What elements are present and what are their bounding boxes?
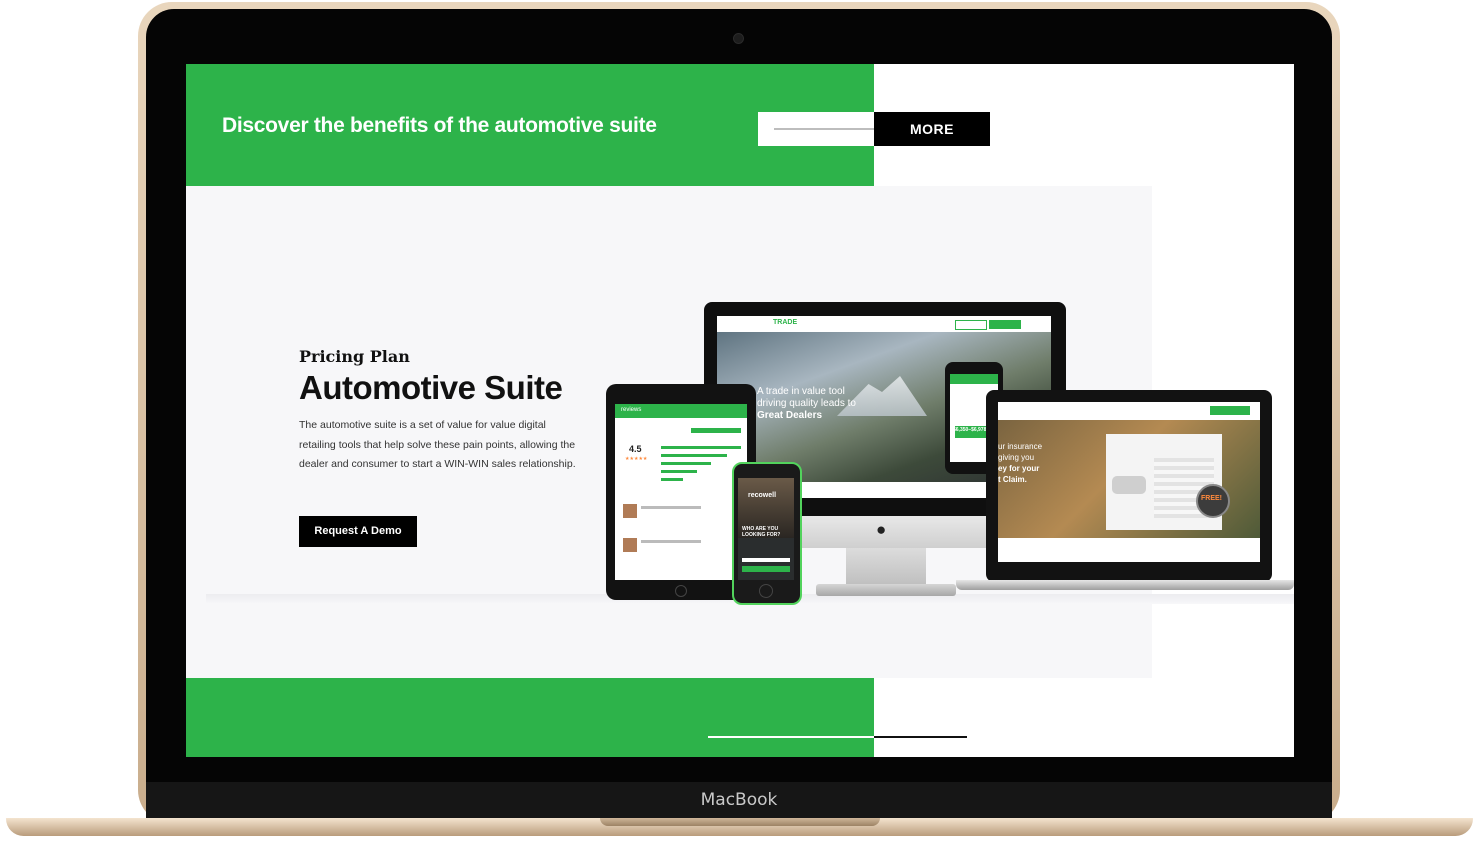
camera-icon [733, 33, 744, 44]
apple-logo-icon: ● [876, 520, 887, 539]
laptop-text-2: giving you [998, 453, 1035, 462]
imac-headline-1: A trade in value tool [757, 386, 845, 397]
imac-price: $6,350–$6,978 [953, 427, 987, 433]
bottom-banner [186, 678, 874, 757]
more-button-line [774, 128, 874, 130]
laptop-text-4: t Claim. [998, 475, 1027, 484]
hero-title: Automotive Suite [299, 369, 563, 406]
imac-brand: TRADE [773, 319, 798, 326]
macbook-notch [600, 818, 880, 826]
tablet-rating: 4.5 [629, 444, 642, 454]
hero-description: The automotive suite is a set of value f… [299, 419, 576, 470]
more-button[interactable]: MORE [874, 112, 990, 146]
screen: Discover the benefits of the automotive … [186, 64, 1294, 757]
imac-stand [846, 548, 926, 588]
macbook-label: MacBook [700, 790, 778, 810]
phone-screen: recowell WHO ARE YOU LOOKING FOR? [738, 478, 794, 580]
imac-headline-3: Great Dealers [757, 410, 823, 421]
tablet-brand: reviews [621, 407, 642, 413]
phone-tagline: WHO ARE YOU LOOKING FOR? [742, 526, 781, 538]
phone-brand: recowell [748, 492, 777, 499]
laptop-text-3: ey for your [998, 464, 1040, 473]
imac-headline-2: driving quality leads to [757, 398, 856, 409]
banner-title: Discover the benefits of the automotive … [222, 114, 657, 137]
laptop-screen: ur insurance giving you ey for your t Cl… [998, 402, 1260, 562]
laptop-base [956, 580, 1294, 590]
laptop-badge: FREE! [1201, 495, 1222, 502]
bottom-divider-line-dark [874, 736, 967, 738]
request-demo-button[interactable]: Request A Demo [299, 516, 417, 547]
tablet-home-button [675, 585, 687, 597]
hero-eyebrow: Pricing Plan [299, 347, 410, 366]
tablet-screen: reviews 4.5 ★★★★★ [615, 404, 747, 580]
imac-foot [816, 584, 956, 596]
laptop-text-1: ur insurance [998, 442, 1043, 451]
phone-home-button [759, 584, 773, 598]
